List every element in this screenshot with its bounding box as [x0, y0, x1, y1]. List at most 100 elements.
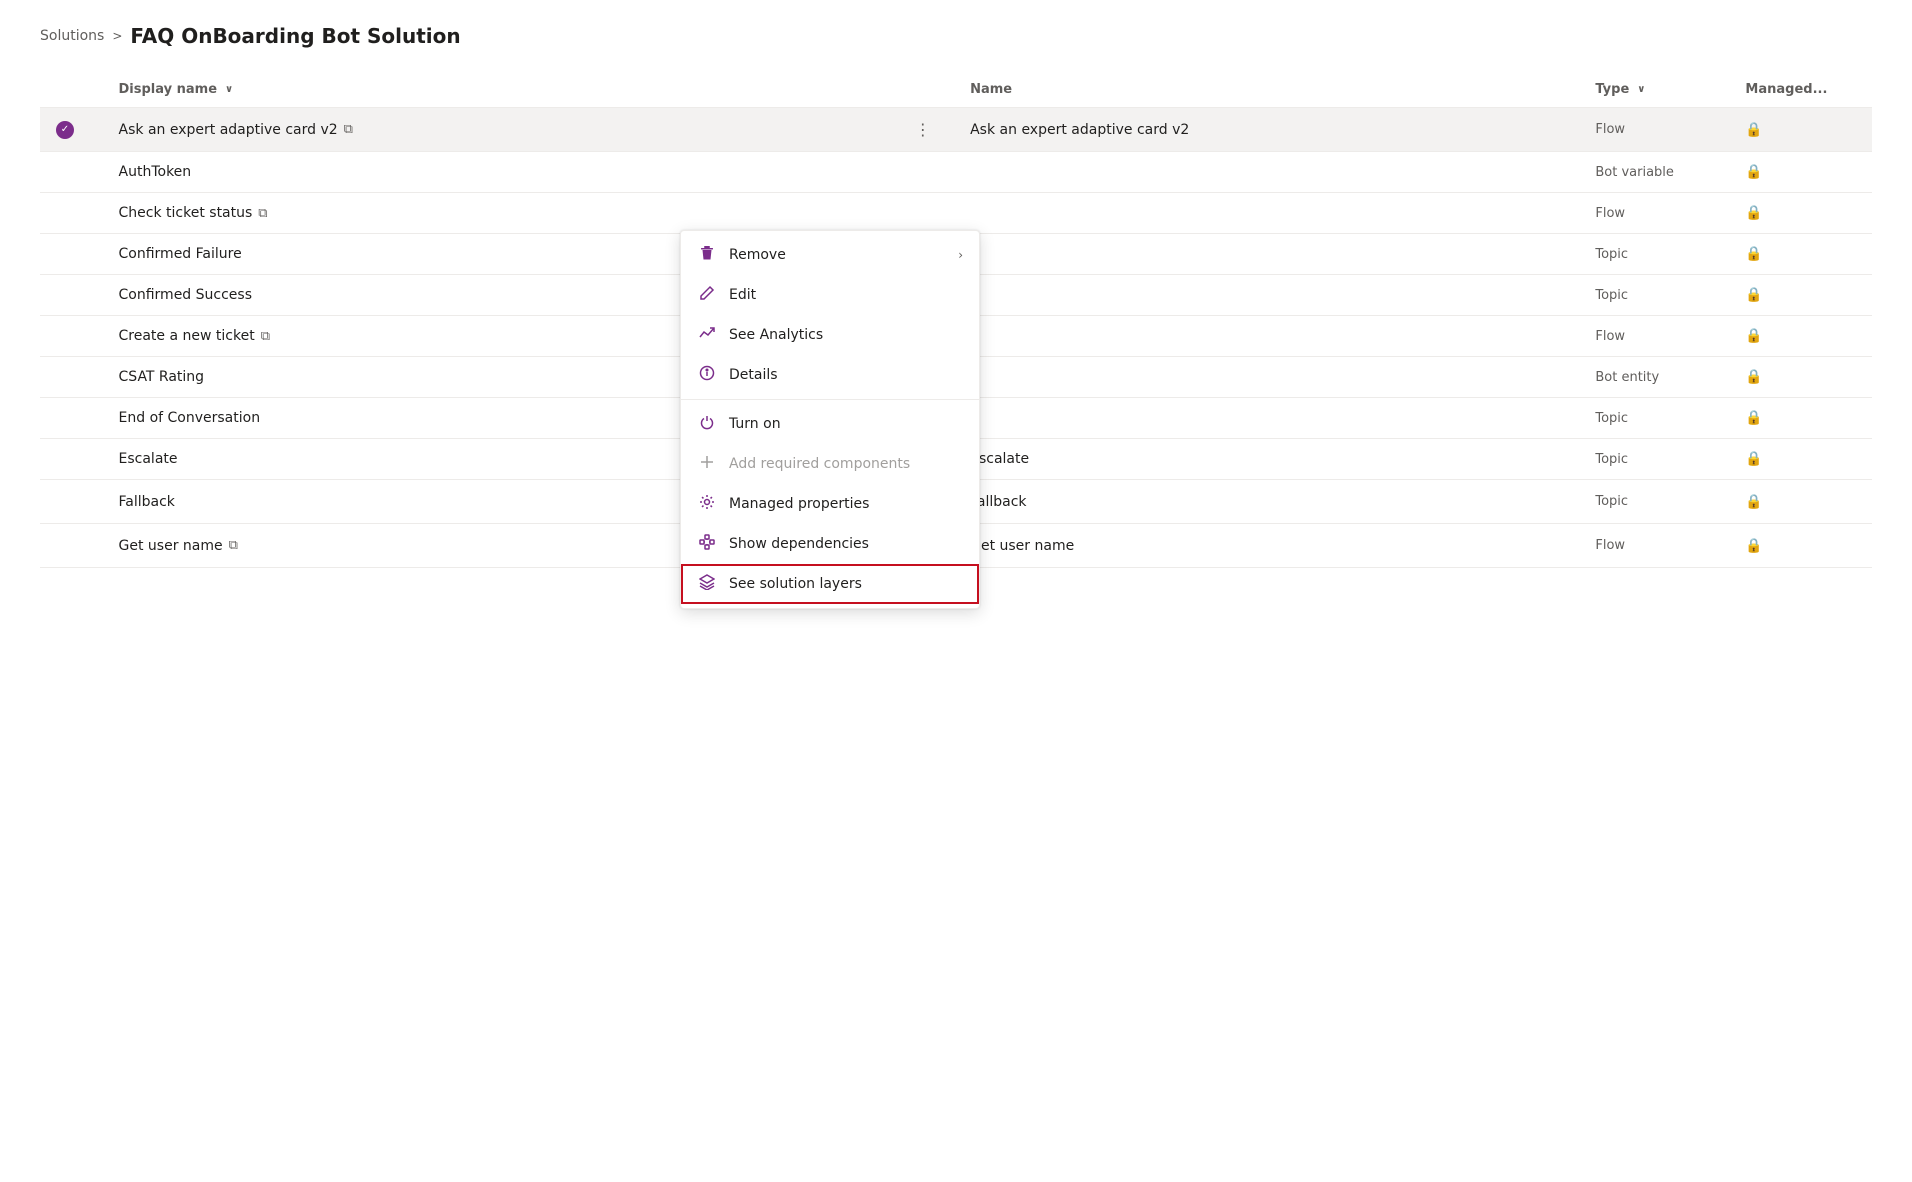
name-column-cell	[954, 234, 1579, 275]
menu-info-icon	[697, 365, 717, 385]
name-column-cell	[954, 152, 1579, 193]
lock-icon: 🔒	[1745, 494, 1762, 510]
name-column-cell: Get user name	[954, 524, 1579, 568]
table-header-row: Display name ∨ Name Type ∨	[40, 72, 1872, 108]
row-checkbox[interactable]	[40, 152, 103, 193]
managed-cell: 🔒	[1729, 524, 1872, 568]
menu-item-remove[interactable]: Remove›	[681, 235, 979, 275]
row-checkbox[interactable]	[40, 439, 103, 480]
type-cell: Topic	[1579, 234, 1729, 275]
row-checkbox[interactable]	[40, 480, 103, 524]
breadcrumb-parent[interactable]: Solutions	[40, 28, 104, 44]
more-options-cell: ⋮	[903, 108, 954, 152]
th-more	[903, 72, 954, 108]
name-column-cell	[954, 357, 1579, 398]
menu-item-label-managed_properties: Managed properties	[729, 496, 963, 512]
lock-icon: 🔒	[1745, 369, 1762, 385]
menu-plus-icon	[697, 454, 717, 474]
breadcrumb-current: FAQ OnBoarding Bot Solution	[130, 24, 460, 48]
more-options-cell	[903, 193, 954, 234]
managed-cell: 🔒	[1729, 357, 1872, 398]
name-column-cell	[954, 316, 1579, 357]
menu-item-turn_on[interactable]: Turn on	[681, 404, 979, 444]
table-row[interactable]: AuthToken Bot variable 🔒	[40, 152, 1872, 193]
lock-icon: 🔒	[1745, 246, 1762, 262]
display-name-text: Create a new ticket	[119, 328, 255, 344]
name-column-cell: Escalate	[954, 439, 1579, 480]
breadcrumb: Solutions > FAQ OnBoarding Bot Solution	[40, 24, 1872, 48]
row-checkbox[interactable]	[40, 234, 103, 275]
type-cell: Flow	[1579, 524, 1729, 568]
menu-power-icon	[697, 414, 717, 434]
display-name-text: End of Conversation	[119, 410, 261, 426]
name-column-cell	[954, 193, 1579, 234]
managed-cell: 🔒	[1729, 398, 1872, 439]
lock-icon: 🔒	[1745, 410, 1762, 426]
row-checkbox[interactable]	[40, 316, 103, 357]
external-link-icon[interactable]: ⧉	[344, 122, 353, 137]
page-container: Solutions > FAQ OnBoarding Bot Solution …	[0, 0, 1912, 592]
managed-cell: 🔒	[1729, 234, 1872, 275]
menu-item-label-see_analytics: See Analytics	[729, 327, 963, 343]
row-checkbox[interactable]	[40, 193, 103, 234]
type-cell: Flow	[1579, 193, 1729, 234]
context-menu: Remove›EditSee AnalyticsDetailsTurn onAd…	[680, 230, 980, 609]
name-column-cell: Fallback	[954, 480, 1579, 524]
row-checkbox[interactable]	[40, 275, 103, 316]
row-checkbox[interactable]: ✓	[40, 108, 103, 152]
display-name-cell: AuthToken	[103, 152, 903, 193]
menu-item-label-details: Details	[729, 367, 963, 383]
name-column-cell	[954, 398, 1579, 439]
display-name-text: Confirmed Success	[119, 287, 253, 303]
lock-icon: 🔒	[1745, 538, 1762, 554]
menu-item-managed_properties[interactable]: Managed properties	[681, 484, 979, 524]
row-checkbox[interactable]	[40, 398, 103, 439]
breadcrumb-separator: >	[112, 29, 122, 43]
row-checkbox[interactable]	[40, 357, 103, 398]
lock-icon: 🔒	[1745, 328, 1762, 344]
menu-item-details[interactable]: Details	[681, 355, 979, 395]
external-link-icon[interactable]: ⧉	[229, 538, 238, 553]
th-managed: Managed...	[1729, 72, 1872, 108]
type-cell: Topic	[1579, 480, 1729, 524]
table-row[interactable]: Check ticket status⧉ Flow 🔒	[40, 193, 1872, 234]
menu-dependencies-icon	[697, 534, 717, 554]
lock-icon: 🔒	[1745, 205, 1762, 221]
menu-trash-icon	[697, 245, 717, 265]
display-name-sort-icon: ∨	[225, 84, 233, 95]
display-name-cell: Check ticket status⧉	[103, 193, 903, 234]
external-link-icon[interactable]: ⧉	[261, 329, 270, 344]
menu-item-edit[interactable]: Edit	[681, 275, 979, 315]
th-display-name[interactable]: Display name ∨	[103, 72, 903, 108]
table-container: Display name ∨ Name Type ∨	[40, 72, 1872, 568]
th-type[interactable]: Type ∨	[1579, 72, 1729, 108]
type-cell: Topic	[1579, 398, 1729, 439]
menu-separator	[681, 399, 979, 400]
more-options-button[interactable]: ⋮	[907, 116, 950, 143]
managed-cell: 🔒	[1729, 193, 1872, 234]
external-link-icon[interactable]: ⧉	[258, 206, 267, 221]
type-cell: Flow	[1579, 316, 1729, 357]
type-cell: Bot entity	[1579, 357, 1729, 398]
managed-cell: 🔒	[1729, 316, 1872, 357]
menu-item-see_solution_layers[interactable]: See solution layers	[681, 564, 979, 604]
lock-icon: 🔒	[1745, 164, 1762, 180]
menu-layers-icon	[697, 574, 717, 594]
name-column-cell: Ask an expert adaptive card v2	[954, 108, 1579, 152]
checkbox-checked-icon: ✓	[56, 121, 74, 139]
type-sort-icon: ∨	[1637, 84, 1645, 95]
row-checkbox[interactable]	[40, 524, 103, 568]
type-cell: Bot variable	[1579, 152, 1729, 193]
managed-cell: 🔒	[1729, 439, 1872, 480]
menu-item-see_analytics[interactable]: See Analytics	[681, 315, 979, 355]
display-name-text: Confirmed Failure	[119, 246, 242, 262]
managed-cell: 🔒	[1729, 275, 1872, 316]
managed-cell: 🔒	[1729, 108, 1872, 152]
table-row[interactable]: ✓Ask an expert adaptive card v2⧉⋮Ask an …	[40, 108, 1872, 152]
menu-item-label-edit: Edit	[729, 287, 963, 303]
lock-icon: 🔒	[1745, 451, 1762, 467]
more-options-cell	[903, 152, 954, 193]
menu-item-label-remove: Remove	[729, 247, 946, 263]
menu-analytics-icon	[697, 325, 717, 345]
menu-item-show_dependencies[interactable]: Show dependencies	[681, 524, 979, 564]
